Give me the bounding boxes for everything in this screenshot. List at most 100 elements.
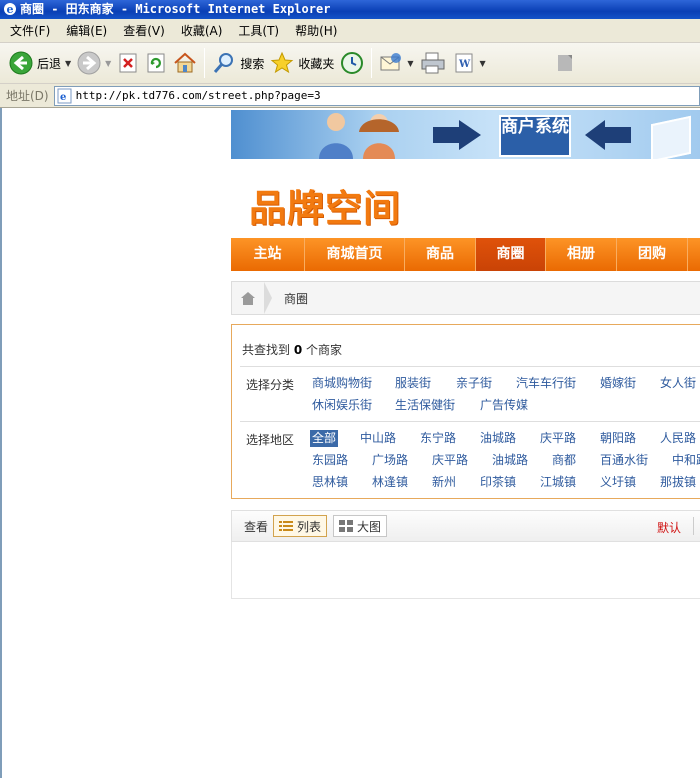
category-option[interactable]: 商城购物街	[312, 375, 372, 392]
list-view-button[interactable]: 列表	[273, 515, 328, 537]
region-option[interactable]: 东园路	[312, 452, 348, 469]
toolbar-separator	[371, 48, 373, 78]
region-option-selected[interactable]: 全部	[310, 430, 339, 447]
grid-view-label: 大图	[357, 519, 382, 534]
nav-item-main-site[interactable]: 主站	[231, 238, 305, 271]
back-button[interactable]: 后退 ▼	[6, 46, 74, 80]
region-option[interactable]: 油城路	[480, 430, 516, 447]
refresh-button[interactable]	[142, 46, 170, 80]
region-option[interactable]: 那拔镇	[660, 474, 696, 491]
region-option[interactable]: 义圩镇	[600, 474, 636, 491]
results-count-prefix: 共查找到	[242, 343, 291, 357]
window-title: 商圈 - 田东商家 - Microsoft Internet Explorer	[20, 2, 331, 16]
word-icon: W	[455, 53, 473, 73]
region-option[interactable]: 百通水街	[600, 452, 648, 469]
category-option[interactable]: 女人街	[660, 375, 696, 392]
category-option[interactable]: 休闲娱乐街	[312, 397, 372, 414]
nav-item-albums[interactable]: 相册	[546, 238, 617, 271]
breadcrumb-separator-icon	[264, 282, 272, 314]
category-option[interactable]: 生活保健街	[395, 397, 455, 414]
region-option[interactable]: 中山路	[360, 430, 396, 447]
filter-panel: 共查找到 0 个商家 选择分类 商城购物街 服装街 亲子街 汽车车行街 婚嫁街 …	[231, 324, 700, 499]
breadcrumb-current: 商圈	[284, 291, 309, 306]
browser-toolbar: 后退 ▼ ▼ 搜索 收藏夹 ▼ W ▼	[0, 43, 700, 84]
edit-dropdown-icon[interactable]: ▼	[480, 59, 486, 68]
brand-logo[interactable]: 品牌空间	[249, 178, 401, 232]
category-option[interactable]: 汽车车行街	[516, 375, 576, 392]
history-icon	[341, 52, 364, 74]
list-view-label: 列表	[297, 519, 322, 534]
printer-icon	[421, 52, 445, 74]
category-option[interactable]: 广告传媒	[480, 397, 528, 414]
search-button[interactable]: 搜索	[209, 46, 267, 80]
region-option[interactable]: 人民路	[660, 430, 696, 447]
search-label: 搜索	[240, 56, 265, 71]
region-label: 选择地区	[246, 433, 295, 447]
print-button[interactable]	[417, 46, 449, 80]
region-option[interactable]: 中和路	[672, 452, 700, 469]
favorites-label: 收藏夹	[298, 56, 335, 71]
edit-word-button[interactable]: W ▼	[449, 46, 489, 80]
history-button[interactable]	[337, 46, 367, 80]
region-option[interactable]: 印茶镇	[480, 474, 516, 491]
address-url: http://pk.td776.com/street.php?page=3	[75, 89, 321, 102]
menu-view[interactable]: 查看(V)	[115, 20, 173, 42]
main-nav: 主站 商城首页 商品 商圈 相册 团购	[231, 238, 700, 271]
search-icon	[214, 53, 234, 73]
region-option[interactable]: 林逢镇	[372, 474, 408, 491]
region-option[interactable]: 思林镇	[312, 474, 348, 491]
forward-dropdown-icon[interactable]: ▼	[105, 59, 111, 68]
page-viewport: 商户系统 品牌空间 主站 商城首页 商品 商圈 相册 团购 商圈 共查找到 0 …	[0, 108, 700, 778]
menu-edit[interactable]: 编辑(E)	[58, 20, 115, 42]
region-option[interactable]: 江城镇	[540, 474, 576, 491]
address-input[interactable]: e http://pk.td776.com/street.php?page=3	[53, 85, 700, 106]
stop-icon	[119, 53, 137, 73]
region-option[interactable]: 东宁路	[420, 430, 456, 447]
forward-button[interactable]: ▼	[74, 46, 114, 80]
discuss-button[interactable]	[551, 46, 579, 80]
ie-icon: e	[4, 3, 16, 16]
breadcrumb-home[interactable]	[232, 282, 264, 314]
address-label: 地址(D)	[6, 89, 49, 103]
region-option[interactable]: 庆平路	[432, 452, 468, 469]
nav-item-products[interactable]: 商品	[405, 238, 476, 271]
menu-file[interactable]: 文件(F)	[2, 20, 58, 42]
home-button[interactable]	[170, 46, 200, 80]
grid-view-button[interactable]: 大图	[333, 515, 388, 537]
nav-item-mall-home[interactable]: 商城首页	[305, 238, 405, 271]
category-option[interactable]: 亲子街	[456, 375, 492, 392]
nav-item-business-district[interactable]: 商圈	[476, 238, 546, 271]
back-label: 后退	[37, 56, 62, 71]
sort-default-link[interactable]: 默认	[657, 519, 681, 536]
menu-bar: 文件(F) 编辑(E) 查看(V) 收藏(A) 工具(T) 帮助(H)	[0, 19, 700, 43]
results-count-number: 0	[293, 343, 303, 357]
region-option[interactable]: 新州	[432, 474, 456, 491]
favorites-button[interactable]: 收藏夹	[267, 46, 337, 80]
region-option[interactable]: 朝阳路	[600, 430, 636, 447]
merchant-system-banner[interactable]: 商户系统	[231, 110, 700, 159]
breadcrumb: 商圈	[231, 281, 700, 315]
menu-help[interactable]: 帮助(H)	[287, 20, 345, 42]
menu-tools[interactable]: 工具(T)	[230, 20, 287, 42]
category-label: 选择分类	[246, 378, 295, 392]
people-illustration	[319, 113, 481, 159]
region-option[interactable]: 广场路	[372, 452, 408, 469]
region-option[interactable]: 商都	[552, 452, 576, 469]
view-label: 查看	[244, 519, 269, 534]
page-icon: e	[57, 88, 72, 103]
stop-button[interactable]	[114, 46, 142, 80]
star-icon	[271, 51, 294, 74]
toolbar-separator	[204, 48, 206, 78]
svg-text:e: e	[60, 92, 66, 103]
window-title-bar[interactable]: e 商圈 - 田东商家 - Microsoft Internet Explore…	[0, 0, 700, 19]
back-dropdown-icon[interactable]: ▼	[65, 59, 71, 68]
mail-button[interactable]: ▼	[376, 46, 416, 80]
region-option[interactable]: 油城路	[492, 452, 528, 469]
nav-item-group-buy[interactable]: 团购	[617, 238, 688, 271]
mail-dropdown-icon[interactable]: ▼	[407, 59, 413, 68]
menu-favorites[interactable]: 收藏(A)	[173, 20, 231, 42]
category-option[interactable]: 婚嫁街	[600, 375, 636, 392]
banner-text: 商户系统	[499, 115, 571, 157]
category-option[interactable]: 服装街	[395, 375, 431, 392]
region-option[interactable]: 庆平路	[540, 430, 576, 447]
